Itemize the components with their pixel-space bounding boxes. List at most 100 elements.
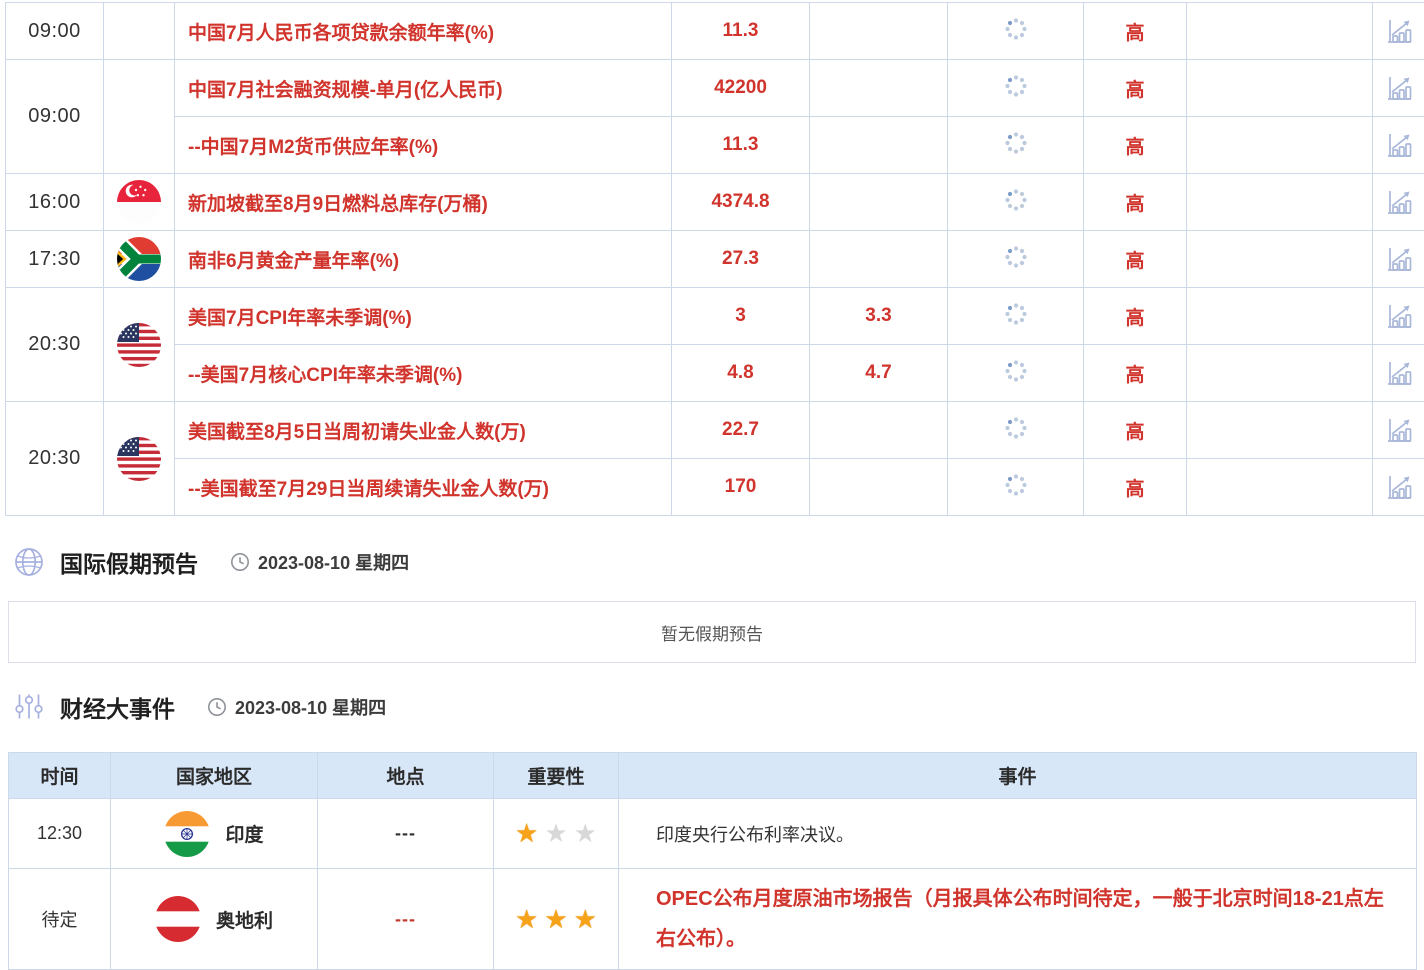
star-empty-icon: ★ bbox=[544, 818, 567, 848]
flag-cell-empty bbox=[104, 60, 175, 174]
chart-button[interactable] bbox=[1373, 402, 1424, 459]
header-importance: 重要性 bbox=[494, 753, 619, 799]
united-states-flag-icon bbox=[117, 323, 161, 367]
event-name-cell: 美国截至8月5日当周初请失业金人数(万) bbox=[175, 402, 672, 459]
holiday-empty-panel: 暂无假期预告 bbox=[8, 601, 1416, 663]
event-location-cell: --- bbox=[318, 799, 494, 869]
star-rating: ★★★ bbox=[512, 829, 600, 846]
chart-icon bbox=[1373, 359, 1424, 387]
time-cell: 20:30 bbox=[6, 402, 104, 516]
star-filled-icon: ★ bbox=[574, 904, 597, 934]
time-cell: 16:00 bbox=[6, 174, 104, 231]
event-text: 印度央行公布利率决议。 bbox=[656, 825, 854, 845]
header-country: 国家地区 bbox=[111, 753, 318, 799]
austria-flag-icon bbox=[155, 896, 201, 942]
chart-icon bbox=[1373, 74, 1424, 102]
sliders-icon bbox=[14, 692, 44, 722]
event-description-cell: 印度央行公布利率决议。 bbox=[619, 799, 1417, 869]
event-name-cell: 美国7月CPI年率未季调(%) bbox=[175, 288, 672, 345]
star-filled-icon: ★ bbox=[544, 904, 567, 934]
india-flag-icon bbox=[164, 811, 210, 857]
calendar-row: --美国截至7月29日当周续请失业金人数(万) 170 高 bbox=[6, 459, 1424, 516]
affect-cell bbox=[1187, 402, 1373, 459]
star-filled-icon: ★ bbox=[515, 904, 538, 934]
event-text: OPEC公布月度原油市场报告（月报具体公布时间待定，一般于北京时间18-21点左… bbox=[656, 888, 1384, 950]
affect-cell bbox=[1187, 231, 1373, 288]
united-states-flag-icon bbox=[117, 437, 161, 481]
actual-value-cell bbox=[948, 117, 1084, 174]
time-cell: 09:00 bbox=[6, 60, 104, 174]
chart-button[interactable] bbox=[1373, 288, 1424, 345]
flag-united-states bbox=[104, 402, 175, 516]
forecast-value-cell bbox=[810, 117, 948, 174]
event-importance-cell: ★★★ bbox=[494, 799, 619, 869]
event-time-cell: 待定 bbox=[9, 869, 111, 970]
events-date-text: 2023-08-10 星期四 bbox=[235, 694, 386, 720]
calendar-row: --中国7月M2货币供应年率(%) 11.3 高 bbox=[6, 117, 1424, 174]
chart-button[interactable] bbox=[1373, 345, 1424, 402]
economic-calendar-table: 09:00 中国7月人民币各项贷款余额年率(%) 11.3 高 09:00 中国… bbox=[5, 2, 1424, 516]
big-events-table: 时间 国家地区 地点 重要性 事件 12:30 印度 --- ★★★ 印度央行公… bbox=[8, 752, 1417, 970]
header-event: 事件 bbox=[619, 753, 1417, 799]
previous-value-cell: 11.3 bbox=[672, 3, 810, 60]
previous-value-cell: 170 bbox=[672, 459, 810, 516]
chart-button[interactable] bbox=[1373, 117, 1424, 174]
event-description-cell: OPEC公布月度原油市场报告（月报具体公布时间待定，一般于北京时间18-21点左… bbox=[619, 869, 1417, 970]
chart-icon bbox=[1373, 188, 1424, 216]
loading-spinner-icon bbox=[1004, 245, 1028, 269]
actual-value-cell bbox=[948, 3, 1084, 60]
affect-cell bbox=[1187, 345, 1373, 402]
star-empty-icon: ★ bbox=[574, 818, 597, 848]
affect-cell bbox=[1187, 459, 1373, 516]
importance-cell: 高 bbox=[1084, 402, 1187, 459]
chart-icon bbox=[1373, 131, 1424, 159]
previous-value-cell: 4.8 bbox=[672, 345, 810, 402]
importance-cell: 高 bbox=[1084, 231, 1187, 288]
previous-value-cell: 4374.8 bbox=[672, 174, 810, 231]
previous-value-cell: 11.3 bbox=[672, 117, 810, 174]
chart-icon bbox=[1373, 17, 1424, 45]
loading-spinner-icon bbox=[1004, 131, 1028, 155]
time-cell: 17:30 bbox=[6, 231, 104, 288]
event-row: 待定 奥地利 --- ★★★ OPEC公布月度原油市场报告（月报具体公布时间待定… bbox=[9, 869, 1417, 970]
events-section-title: 财经大事件 bbox=[60, 690, 175, 724]
chart-button[interactable] bbox=[1373, 231, 1424, 288]
actual-value-cell bbox=[948, 459, 1084, 516]
previous-value-cell: 42200 bbox=[672, 60, 810, 117]
event-time-cell: 12:30 bbox=[9, 799, 111, 869]
calendar-row: 09:00 中国7月社会融资规模-单月(亿人民币) 42200 高 bbox=[6, 60, 1424, 117]
country-name: 奥地利 bbox=[216, 906, 273, 933]
chart-button[interactable] bbox=[1373, 174, 1424, 231]
forecast-value-cell bbox=[810, 174, 948, 231]
loading-spinner-icon bbox=[1004, 302, 1028, 326]
actual-value-cell bbox=[948, 345, 1084, 402]
importance-cell: 高 bbox=[1084, 174, 1187, 231]
event-name-cell: 中国7月人民币各项贷款余额年率(%) bbox=[175, 3, 672, 60]
holiday-section-title: 国际假期预告 bbox=[60, 545, 198, 579]
importance-cell: 高 bbox=[1084, 345, 1187, 402]
importance-cell: 高 bbox=[1084, 3, 1187, 60]
forecast-value-cell bbox=[810, 231, 948, 288]
star-rating: ★★★ bbox=[512, 915, 600, 932]
event-importance-cell: ★★★ bbox=[494, 869, 619, 970]
holiday-empty-message: 暂无假期预告 bbox=[661, 620, 763, 645]
importance-cell: 高 bbox=[1084, 459, 1187, 516]
flag-south-africa bbox=[104, 231, 175, 288]
affect-cell bbox=[1187, 3, 1373, 60]
chart-button[interactable] bbox=[1373, 459, 1424, 516]
flag-cell-empty bbox=[104, 3, 175, 60]
country-name: 印度 bbox=[225, 820, 263, 847]
event-name-cell: --美国7月核心CPI年率未季调(%) bbox=[175, 345, 672, 402]
chart-icon bbox=[1373, 473, 1424, 501]
forecast-value-cell: 4.7 bbox=[810, 345, 948, 402]
calendar-row: 09:00 中国7月人民币各项贷款余额年率(%) 11.3 高 bbox=[6, 3, 1424, 60]
chart-button[interactable] bbox=[1373, 3, 1424, 60]
chart-button[interactable] bbox=[1373, 60, 1424, 117]
actual-value-cell bbox=[948, 174, 1084, 231]
forecast-value-cell bbox=[810, 402, 948, 459]
loading-spinner-icon bbox=[1004, 473, 1028, 497]
loading-spinner-icon bbox=[1004, 74, 1028, 98]
loading-spinner-icon bbox=[1004, 188, 1028, 212]
holiday-date: 2023-08-10 星期四 bbox=[230, 549, 409, 575]
events-table-header-row: 时间 国家地区 地点 重要性 事件 bbox=[9, 753, 1417, 799]
